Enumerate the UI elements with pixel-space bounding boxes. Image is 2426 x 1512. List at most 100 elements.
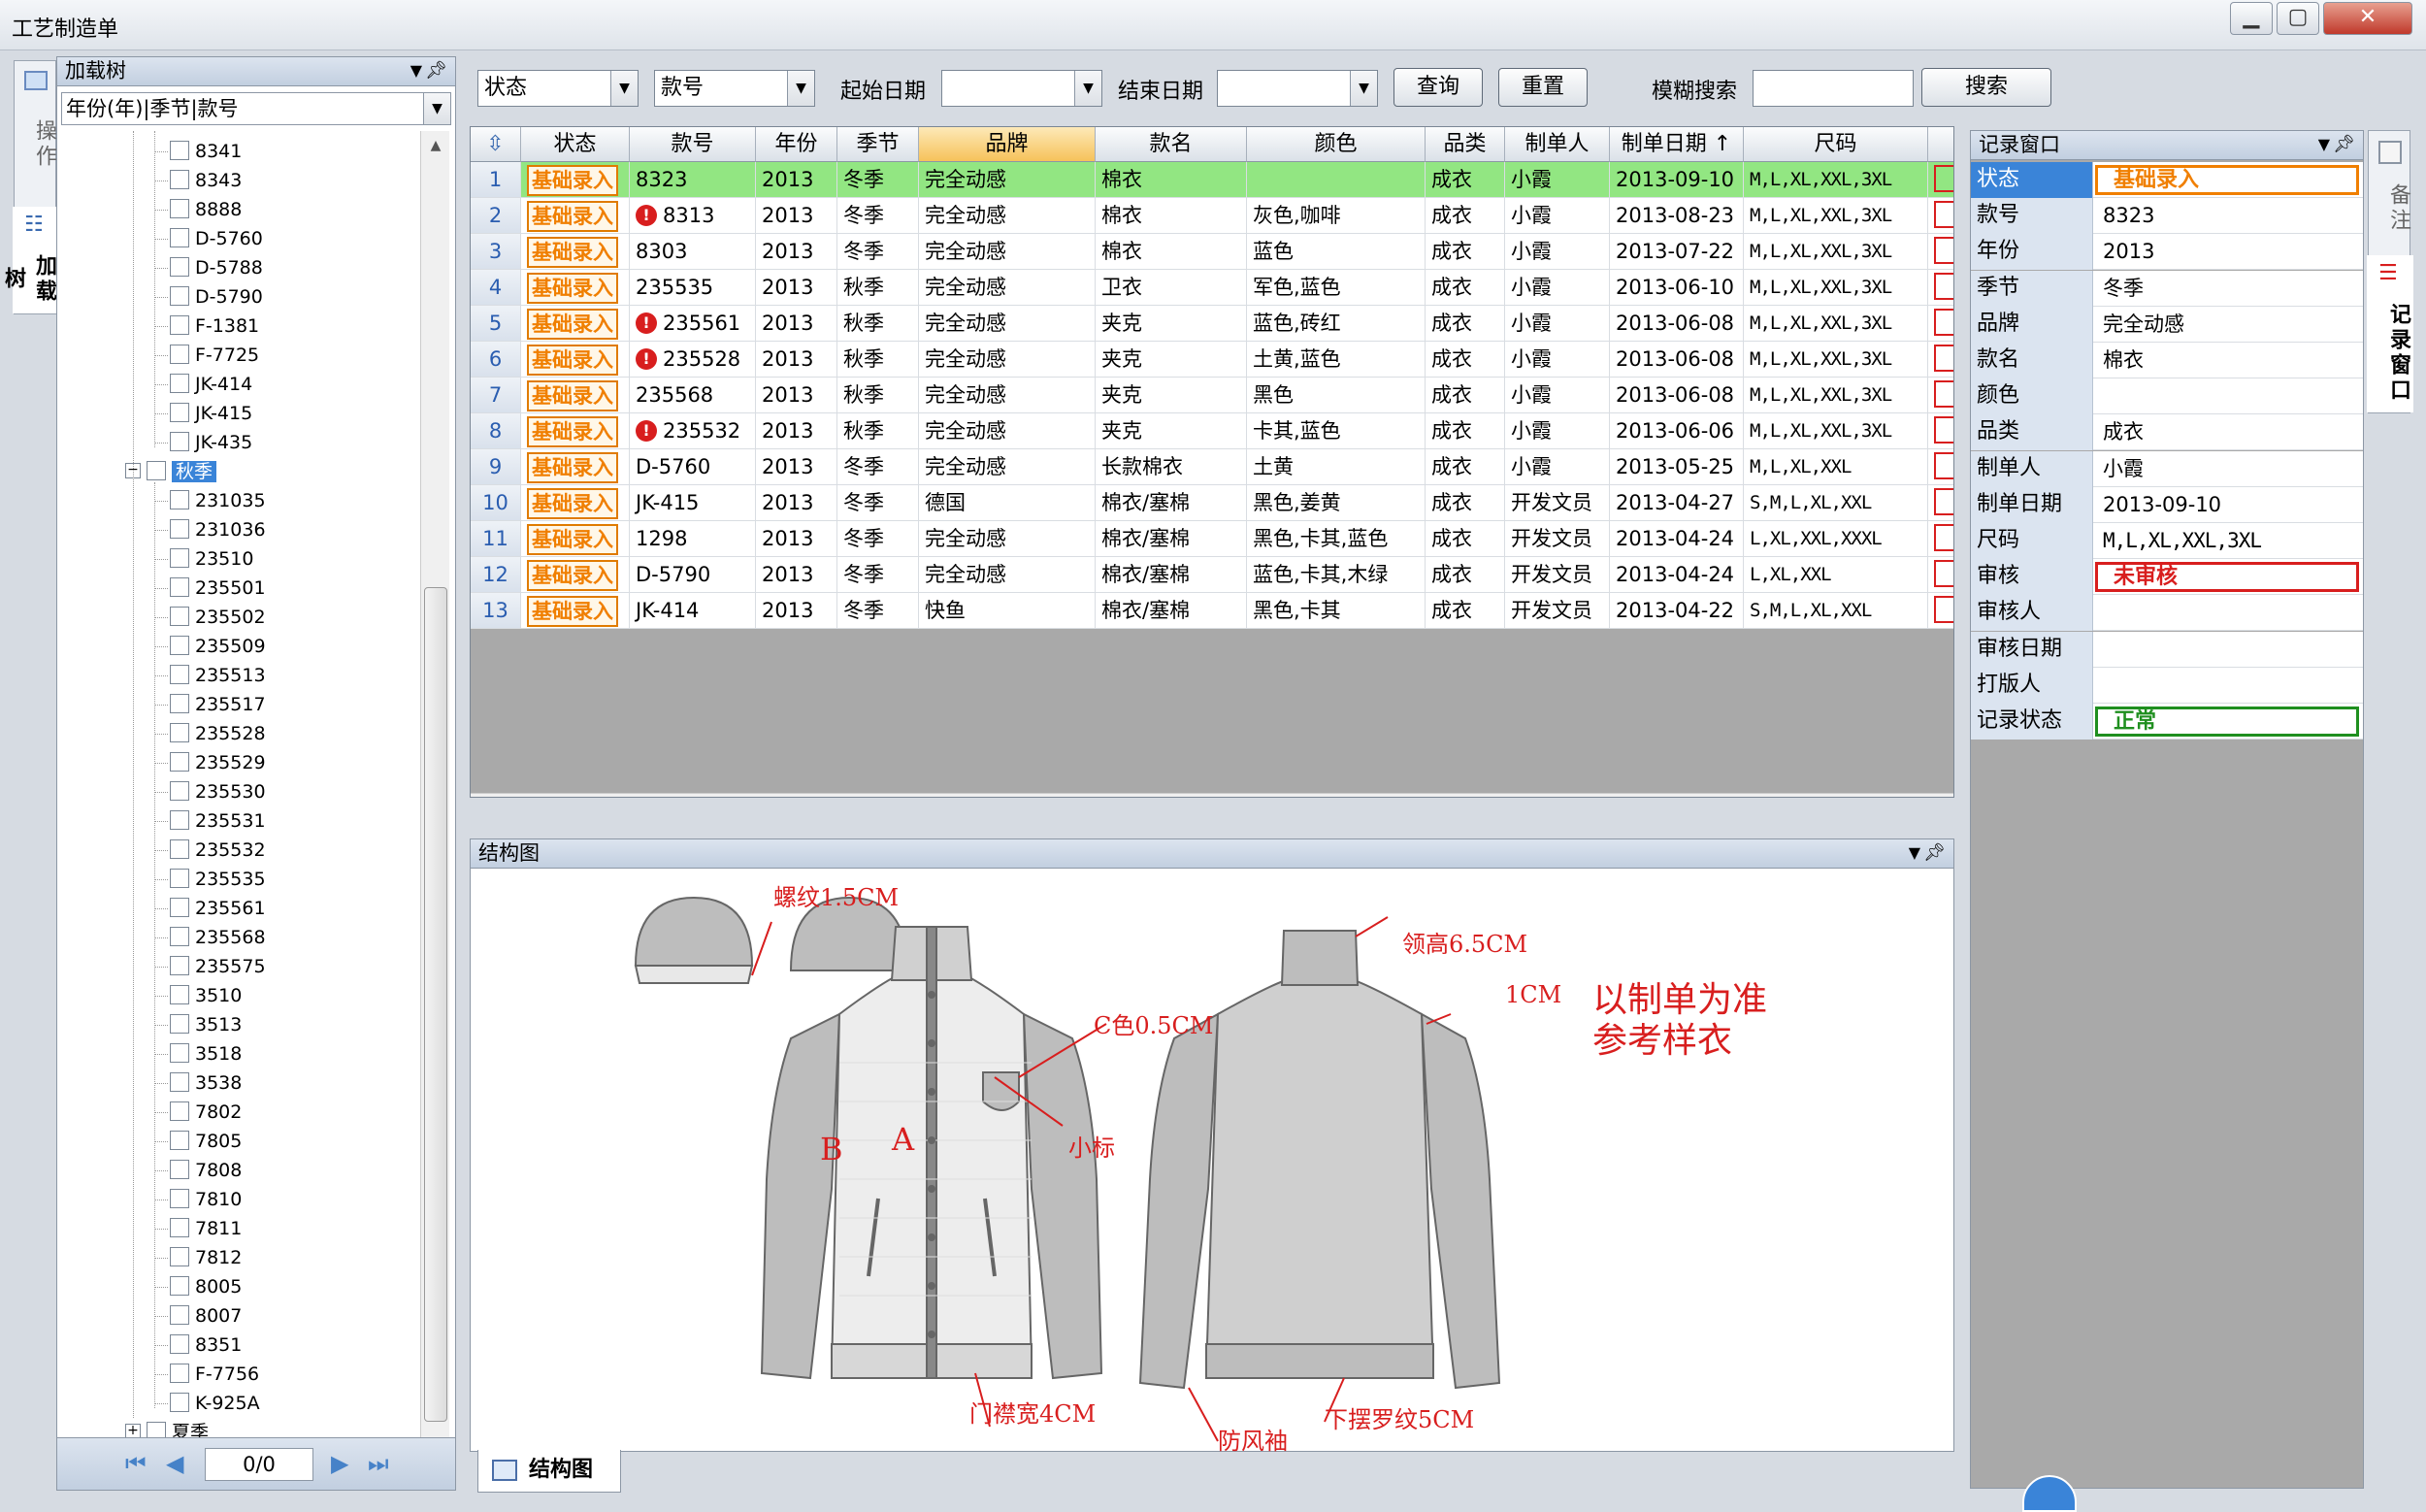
table-row[interactable]: 1 基础录入 8323 2013 冬季 完全动感 棉衣 成衣 小霞 2013-09-10 M,L,X… (471, 162, 1953, 198)
table-cell[interactable] (1928, 557, 1953, 593)
table-cell[interactable]: 冬季 (837, 198, 919, 234)
table-cell[interactable] (1928, 306, 1953, 342)
table-cell[interactable]: 2013-04-22 (1610, 593, 1744, 629)
table-cell[interactable]: 棉衣 (1096, 162, 1247, 198)
table-cell[interactable]: 土黄 (1247, 449, 1426, 485)
tree-item[interactable]: 8341 (170, 137, 242, 166)
table-row[interactable]: 8 基础录入! 235532 2013 秋季 完全动感 夹克 卡其,蓝色 成衣 小霞 2013-06… (471, 413, 1953, 449)
checkbox[interactable] (170, 1364, 189, 1383)
minimize-icon[interactable]: ▁ (2230, 2, 2273, 35)
tab-load-tree[interactable]: ☷ 加载树 (1, 207, 59, 313)
table-cell[interactable]: 成衣 (1426, 521, 1505, 557)
table-cell[interactable]: 成衣 (1426, 306, 1505, 342)
table-cell[interactable]: JK-414 (630, 593, 756, 629)
checkbox[interactable] (170, 519, 189, 539)
table-cell[interactable]: 军色,蓝色 (1247, 270, 1426, 306)
table-cell[interactable]: 棉衣/塞棉 (1096, 593, 1247, 629)
table-cell[interactable]: 冬季 (837, 521, 919, 557)
tree-item[interactable]: 7808 (170, 1156, 242, 1185)
table-cell[interactable]: 秋季 (837, 342, 919, 378)
column-header[interactable]: 尺码 (1744, 127, 1928, 162)
table-cell[interactable]: 12 (471, 557, 521, 593)
table-cell[interactable]: 完全动感 (919, 521, 1096, 557)
table-cell[interactable]: M,L,XL,XXL,3XL (1744, 198, 1928, 234)
table-cell[interactable]: 开发文员 (1505, 593, 1610, 629)
table-cell[interactable]: 开发文员 (1505, 557, 1610, 593)
checkbox[interactable] (170, 752, 189, 772)
dropdown-icon[interactable]: ▼ (410, 57, 422, 84)
checkbox[interactable] (170, 548, 189, 568)
table-cell[interactable]: 完全动感 (919, 234, 1096, 270)
checkbox[interactable] (170, 345, 189, 364)
checkbox[interactable] (170, 286, 189, 306)
record-value[interactable]: 2013 (2097, 234, 2154, 270)
column-header[interactable]: 品类 (1426, 127, 1505, 162)
record-value[interactable] (2097, 378, 2103, 414)
table-row[interactable]: 3 基础录入 8303 2013 冬季 完全动感 棉衣 蓝色 成衣 小霞 2013-07-22 M,L… (471, 234, 1953, 270)
column-header[interactable]: 季节 (837, 127, 919, 162)
table-cell[interactable]: ! 235532 (630, 413, 756, 449)
tree-item[interactable]: 235532 (170, 836, 266, 865)
table-cell[interactable]: 完全动感 (919, 378, 1096, 413)
table-cell[interactable]: 2013 (756, 270, 837, 306)
checkbox[interactable] (170, 607, 189, 626)
table-cell[interactable]: 长款棉衣 (1096, 449, 1247, 485)
table-cell[interactable] (1928, 162, 1953, 198)
table-cell[interactable]: 小霞 (1505, 342, 1610, 378)
tree-item[interactable]: 7811 (170, 1214, 242, 1243)
record-value[interactable]: 8323 (2097, 198, 2154, 234)
table-cell[interactable]: M,L,XL,XXL,3XL (1744, 234, 1928, 270)
table-cell[interactable] (1928, 485, 1953, 521)
table-cell[interactable]: 基础录入 (521, 521, 630, 557)
table-cell[interactable]: ! 235528 (630, 342, 756, 378)
next-page-icon[interactable]: ▶ (331, 1450, 348, 1477)
table-row[interactable]: 12 基础录入 D-5790 2013 冬季 完全动感 棉衣/塞棉 蓝色,卡其,木绿 成衣 开发文… (471, 557, 1953, 593)
table-cell[interactable] (1928, 413, 1953, 449)
table-cell[interactable]: 基础录入 (521, 198, 630, 234)
scroll-right-icon[interactable]: ▶ (1926, 794, 1953, 797)
table-cell[interactable]: 黑色 (1247, 378, 1426, 413)
checkbox[interactable] (170, 1072, 189, 1092)
table-cell[interactable]: 小霞 (1505, 378, 1610, 413)
dropdown-icon[interactable]: ▼ (1909, 839, 1920, 867)
table-cell[interactable]: 2013 (756, 413, 837, 449)
record-value-box[interactable]: 未审核 (2095, 562, 2359, 593)
tree-item[interactable]: 3510 (170, 981, 242, 1010)
checkbox[interactable] (170, 1101, 189, 1121)
table-cell[interactable]: 开发文员 (1505, 485, 1610, 521)
table-cell[interactable]: 德国 (919, 485, 1096, 521)
table-cell[interactable]: 土黄,蓝色 (1247, 342, 1426, 378)
last-page-icon[interactable]: ⏭ (368, 1450, 389, 1477)
table-cell[interactable]: 2013 (756, 306, 837, 342)
table-cell[interactable]: 2013 (756, 234, 837, 270)
table-cell[interactable]: 9 (471, 449, 521, 485)
end-date-picker[interactable]: ▼ (1217, 70, 1378, 107)
tree-item[interactable]: 8005 (170, 1272, 242, 1301)
table-cell[interactable]: 2013 (756, 342, 837, 378)
tree-item[interactable]: D-5760 (170, 224, 263, 253)
checkbox[interactable] (170, 228, 189, 247)
table-cell[interactable]: 完全动感 (919, 162, 1096, 198)
dropdown-icon[interactable]: ▼ (2318, 131, 2330, 158)
checkbox[interactable] (170, 257, 189, 277)
table-cell[interactable]: M,L,XL,XXL,3XL (1744, 342, 1928, 378)
tab-operation[interactable]: 操作 (13, 96, 59, 193)
record-value[interactable]: 冬季 (2097, 271, 2144, 307)
pin-icon[interactable]: 📌︎ (425, 57, 447, 84)
checkbox[interactable] (170, 869, 189, 888)
table-cell[interactable]: 成衣 (1426, 593, 1505, 629)
tree-item[interactable]: 7810 (170, 1185, 242, 1214)
tree-item[interactable]: 235528 (170, 719, 266, 748)
tree-item[interactable]: 231036 (170, 515, 266, 544)
checkbox[interactable] (170, 403, 189, 422)
checkbox[interactable] (170, 927, 189, 946)
first-page-icon[interactable]: ⏮ (125, 1450, 147, 1477)
table-cell[interactable]: 成衣 (1426, 198, 1505, 234)
table-cell[interactable]: 基础录入 (521, 342, 630, 378)
checkbox[interactable] (170, 577, 189, 597)
checkbox[interactable] (170, 1276, 189, 1296)
table-cell[interactable]: 完全动感 (919, 342, 1096, 378)
table-cell[interactable]: 成衣 (1426, 449, 1505, 485)
table-cell[interactable]: D-5760 (630, 449, 756, 485)
table-cell[interactable]: L,XL,XXL (1744, 557, 1928, 593)
